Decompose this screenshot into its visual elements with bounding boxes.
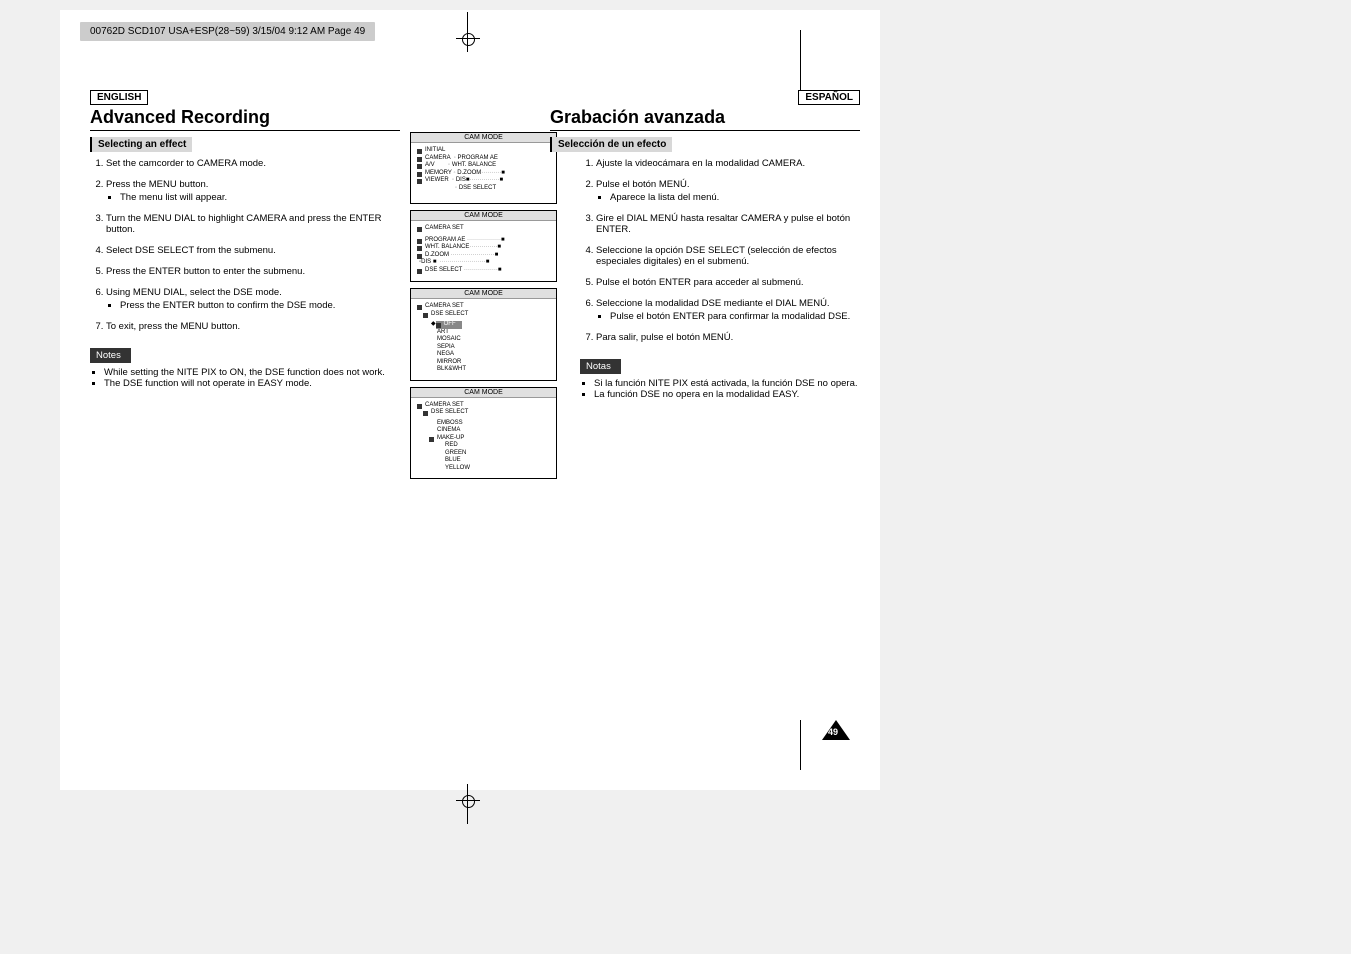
menu-item: ◆OFF [417,321,550,329]
lang-spanish: ESPAÑOL [798,90,860,105]
manual-page: 00762D SCD107 USA+ESP(28~59) 3/15/04 9:1… [60,10,880,790]
steps-spanish: Ajuste la videocámara en la modalidad CA… [580,158,860,343]
menu-item: MOSAIC [417,336,550,344]
menu-heading: CAMERA SET [417,303,550,311]
notes-list: While setting the NITE PIX to ON, the DS… [104,367,400,389]
lcd-figure-1: CAM MODE INITIAL CAMERA ◦ PROGRAM AE A/V… [410,132,557,204]
menu-heading: DSE SELECT [423,311,550,319]
step: Gire el DIAL MENÚ hasta resaltar CAMERA … [596,213,860,235]
menu-subitem: RED [417,442,550,450]
menu-item: DSE SELECT ·················■ [417,267,550,275]
menu-item: ◦DIS ■ ·······················■ [417,259,550,267]
menu-item: SEPIA [417,344,550,352]
menu-item: EMBOSS [417,420,550,428]
menu-item: ◦ DSE SELECT [417,185,550,193]
step: Seleccione la modalidad DSE mediante el … [596,298,860,322]
menu-heading: DSE SELECT [423,409,550,417]
title-english: Advanced Recording [90,107,400,128]
subhead-spanish: Selección de un efecto [550,137,672,152]
menu-item: NEGA [417,351,550,359]
menu-item: WHT. BALANCE··············■ [417,244,550,252]
menu-item: INITIAL [417,147,550,155]
fig-title: CAM MODE [411,133,556,143]
lang-english: ENGLISH [90,90,148,105]
lcd-figure-3: CAM MODE CAMERA SET DSE SELECT ◆OFF ART … [410,288,557,381]
step: Ajuste la videocámara en la modalidad CA… [596,158,860,169]
substep: Aparece la lista del menú. [610,192,860,203]
menu-item: ART [417,329,550,337]
step: Press the MENU button. The menu list wil… [106,179,400,203]
menu-subitem: YELLOW [417,465,550,473]
substep: Pulse el botón ENTER para confirmar la m… [610,311,860,322]
spanish-column: ESPAÑOL Grabación avanzada Selección de … [550,90,860,400]
menu-item: MEMORY ◦ D.ZOOM··········■ [417,170,550,178]
registration-mark-bottom [460,794,476,810]
print-slug: 00762D SCD107 USA+ESP(28~59) 3/15/04 9:1… [80,22,375,41]
lcd-figure-2: CAM MODE CAMERA SET PROGRAM AE ·········… [410,210,557,282]
step: Pulse el botón ENTER para acceder al sub… [596,277,860,288]
menu-item: CINEMA [417,427,550,435]
steps-english: Set the camcorder to CAMERA mode. Press … [90,158,400,332]
fig-title: CAM MODE [411,289,556,299]
english-column: ENGLISH Advanced Recording Selecting an … [90,90,400,389]
menu-item: CAMERA ◦ PROGRAM AE [417,155,550,163]
step: Para salir, pulse el botón MENÚ. [596,332,860,343]
step: Turn the MENU DIAL to highlight CAMERA a… [106,213,400,235]
notes-list: Si la función NITE PIX está activada, la… [594,378,860,400]
menu-subitem: GREEN [417,450,550,458]
menu-heading: CAMERA SET [417,402,550,410]
menu-item: D.ZOOM ······················■ [417,252,550,260]
step: To exit, press the MENU button. [106,321,400,332]
menu-item: PROGRAM AE ·················■ [417,237,550,245]
step: Pulse el botón MENÚ. Aparece la lista de… [596,179,860,203]
step: Set the camcorder to CAMERA mode. [106,158,400,169]
step: Using MENU DIAL, select the DSE mode. Pr… [106,287,400,311]
notes-heading: Notas [580,359,621,374]
trim-mark [800,30,801,90]
trim-mark [800,720,801,770]
menu-heading: CAMERA SET [417,225,550,233]
menu-item: VIEWER ◦ DIS■···············■ [417,177,550,185]
registration-mark-top [460,32,476,48]
step: Seleccione la opción DSE SELECT (selecci… [596,245,860,267]
menu-item: MAKE-UP [429,435,550,443]
step: Select DSE SELECT from the submenu. [106,245,400,256]
page-number: 49 [822,720,850,740]
fig-title: CAM MODE [411,211,556,221]
note: The DSE function will not operate in EAS… [104,378,400,389]
note: La función DSE no opera en la modalidad … [594,389,860,400]
substep: The menu list will appear. [120,192,400,203]
menu-item: BLK&WHT [417,366,550,374]
menu-item: MIRROR [417,359,550,367]
title-spanish: Grabación avanzada [550,107,860,128]
fig-title: CAM MODE [411,388,556,398]
subhead-english: Selecting an effect [90,137,192,152]
lcd-figure-4: CAM MODE CAMERA SET DSE SELECT EMBOSS CI… [410,387,557,480]
note: Si la función NITE PIX está activada, la… [594,378,860,389]
menu-subitem: BLUE [417,457,550,465]
notes-heading: Notes [90,348,131,363]
substep: Press the ENTER button to confirm the DS… [120,300,400,311]
figure-column: CAM MODE INITIAL CAMERA ◦ PROGRAM AE A/V… [410,132,560,485]
step: Press the ENTER button to enter the subm… [106,266,400,277]
menu-item: A/V ◦ WHT. BALANCE [417,162,550,170]
note: While setting the NITE PIX to ON, the DS… [104,367,400,378]
